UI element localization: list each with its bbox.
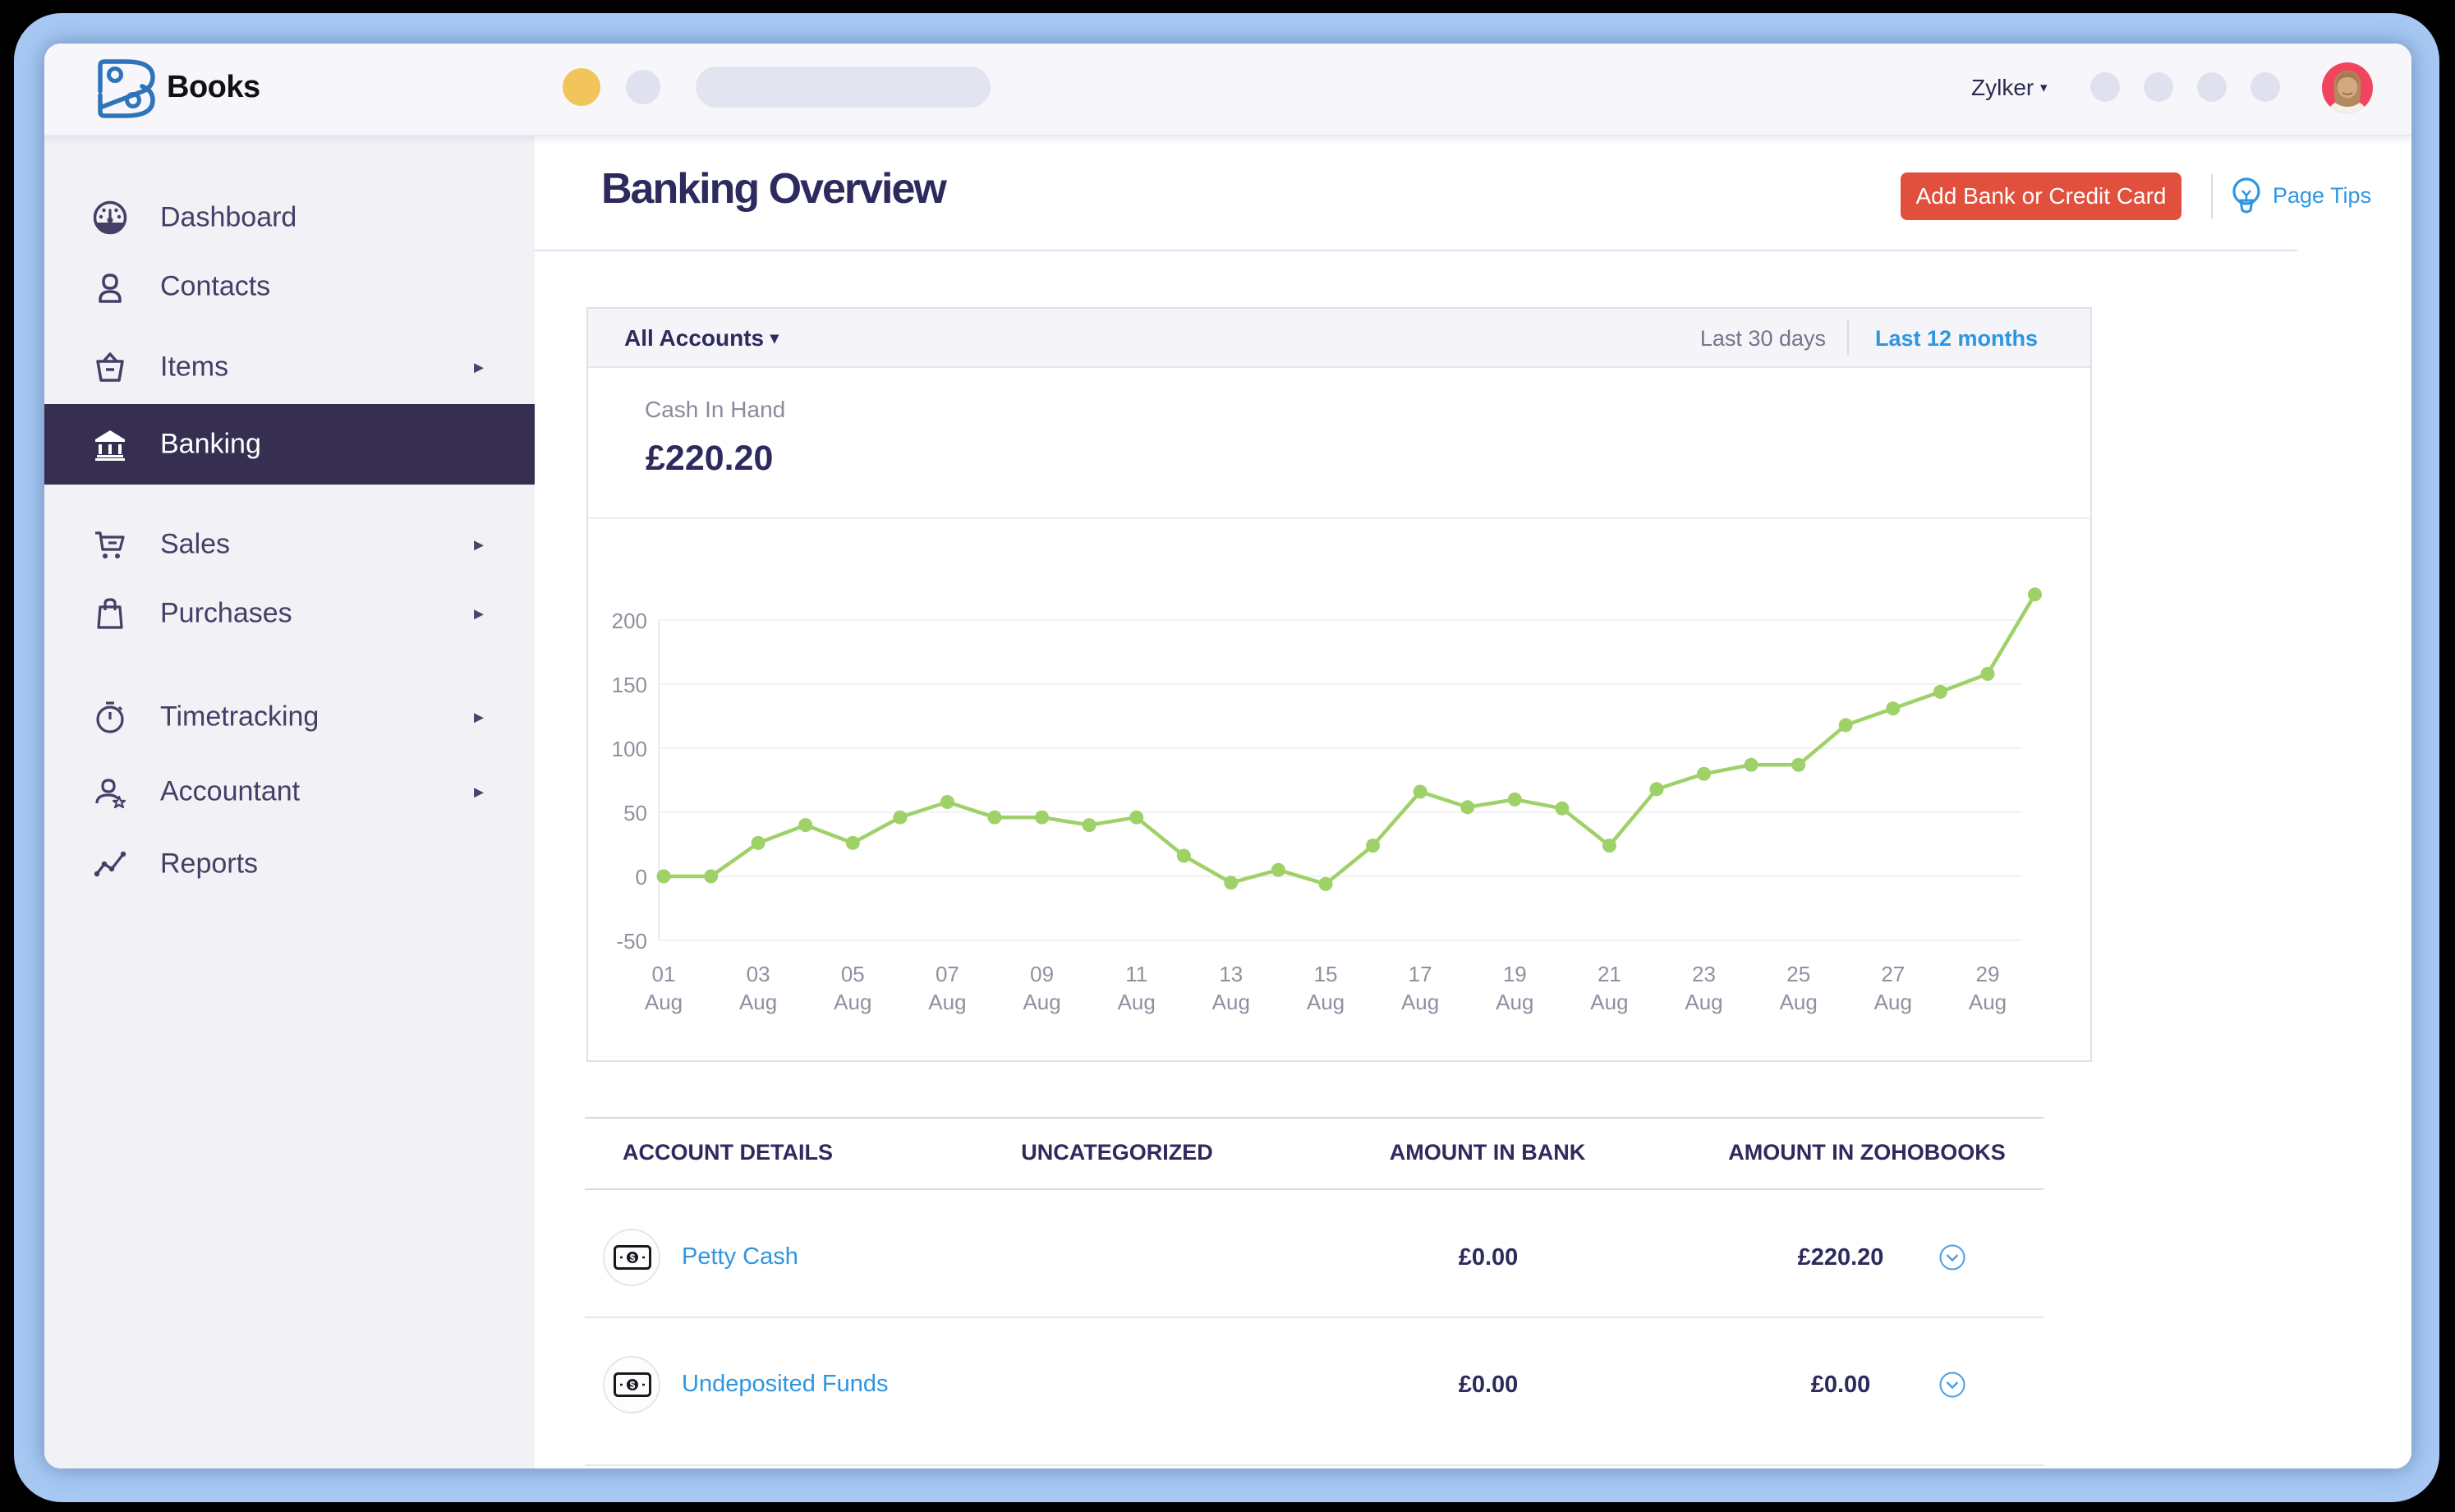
svg-text:11: 11 [1125,962,1147,986]
svg-text:Aug: Aug [1212,990,1250,1014]
svg-text:150: 150 [612,673,647,697]
svg-text:200: 200 [612,609,647,633]
svg-text:Aug: Aug [834,990,871,1014]
svg-text:25: 25 [1786,962,1810,986]
svg-text:19: 19 [1503,962,1527,986]
svg-text:Aug: Aug [1496,990,1533,1014]
svg-text:15: 15 [1314,962,1338,986]
svg-text:Aug: Aug [645,990,683,1014]
svg-text:Aug: Aug [1685,990,1722,1014]
svg-text:Aug: Aug [928,990,966,1014]
svg-text:01: 01 [652,962,676,986]
svg-text:29: 29 [1976,962,2000,986]
svg-text:Aug: Aug [1023,990,1060,1014]
svg-text:Aug: Aug [1307,990,1345,1014]
svg-text:50: 50 [623,801,647,825]
svg-text:21: 21 [1598,962,1621,986]
svg-text:03: 03 [747,962,770,986]
svg-text:05: 05 [841,962,865,986]
svg-text:07: 07 [936,962,959,986]
svg-text:100: 100 [612,737,647,761]
svg-text:Aug: Aug [1118,990,1156,1014]
svg-text:Aug: Aug [739,990,777,1014]
svg-text:Aug: Aug [1401,990,1439,1014]
svg-text:09: 09 [1030,962,1054,986]
svg-text:13: 13 [1219,962,1243,986]
svg-text:Aug: Aug [1874,990,1912,1014]
svg-text:17: 17 [1409,962,1432,986]
svg-text:$: $ [630,1252,636,1264]
svg-text:Aug: Aug [1590,990,1628,1014]
svg-text:$: $ [630,1380,636,1391]
svg-text:-50: -50 [616,929,647,954]
svg-text:Aug: Aug [1780,990,1818,1014]
svg-text:23: 23 [1692,962,1716,986]
svg-text:27: 27 [1881,962,1905,986]
svg-text:0: 0 [636,865,647,889]
svg-text:Aug: Aug [1969,990,2007,1014]
